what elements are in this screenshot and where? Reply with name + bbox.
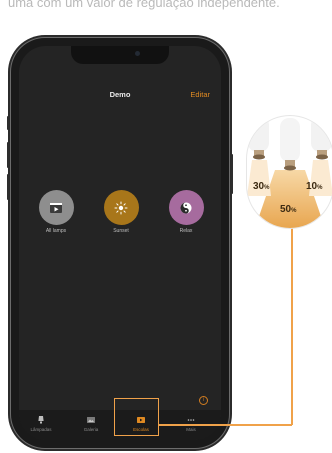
sun-icon bbox=[114, 201, 128, 214]
scene-label: Relax bbox=[179, 228, 193, 234]
caption-text: uma com um valor de regulação independen… bbox=[8, 0, 280, 10]
scene-circle bbox=[168, 190, 204, 225]
volume-down-button bbox=[7, 174, 9, 200]
camera-icon bbox=[135, 51, 140, 56]
yin-yang-icon bbox=[180, 202, 192, 213]
dimming-right-value: 10% bbox=[306, 182, 322, 193]
scene-sunset[interactable]: Sunset bbox=[101, 190, 141, 246]
tab-label: Galeria bbox=[83, 427, 99, 432]
scene-grid: All lamps Sunset Relax bbox=[36, 190, 206, 250]
dimming-left-value: 30% bbox=[253, 182, 269, 193]
caption: uma com um valor de regulação independen… bbox=[0, 0, 332, 22]
edit-button[interactable]: Editar bbox=[190, 90, 210, 99]
dimming-bottom-value: 50% bbox=[280, 205, 296, 216]
dimming-bottom-number: 50 bbox=[280, 204, 292, 215]
scene-label: Sunset bbox=[113, 228, 129, 234]
info-icon[interactable]: i bbox=[199, 396, 208, 405]
gallery-icon bbox=[87, 417, 95, 423]
tab-label: Mais bbox=[186, 427, 196, 432]
dimming-left-unit: % bbox=[264, 185, 270, 191]
tab-label: Lâmpadas bbox=[30, 427, 52, 432]
mute-switch bbox=[7, 116, 9, 130]
lamp-icon bbox=[38, 416, 44, 424]
scenes-tab-highlight bbox=[114, 398, 159, 436]
scene-circle bbox=[103, 190, 139, 225]
app-header: Demo Editar bbox=[19, 90, 221, 108]
dimming-left-number: 30 bbox=[253, 181, 265, 192]
scene-circle bbox=[38, 190, 74, 225]
scene-all-lamps[interactable]: All lamps bbox=[36, 190, 76, 246]
volume-up-button bbox=[7, 142, 9, 168]
dimming-right-number: 10 bbox=[306, 181, 318, 192]
phone-frame: Demo Editar All lamps Sunset Relax i Lâm… bbox=[7, 38, 233, 448]
app-screen: Demo Editar All lamps Sunset Relax i Lâm… bbox=[19, 46, 221, 440]
dimming-bottom-unit: % bbox=[291, 208, 297, 214]
notch bbox=[71, 46, 169, 64]
callout-line-vertical bbox=[291, 212, 293, 425]
scene-relax[interactable]: Relax bbox=[166, 190, 206, 246]
dimming-bubble: 30% 10% 50% bbox=[247, 116, 332, 228]
power-button bbox=[231, 154, 233, 194]
dimming-right-unit: % bbox=[317, 185, 323, 191]
callout-line-horizontal bbox=[159, 424, 292, 426]
tab-lamps[interactable]: Lâmpadas bbox=[21, 415, 61, 432]
scene-label: All lamps bbox=[45, 228, 67, 234]
tab-gallery[interactable]: Galeria bbox=[71, 415, 111, 432]
play-icon bbox=[50, 202, 62, 213]
